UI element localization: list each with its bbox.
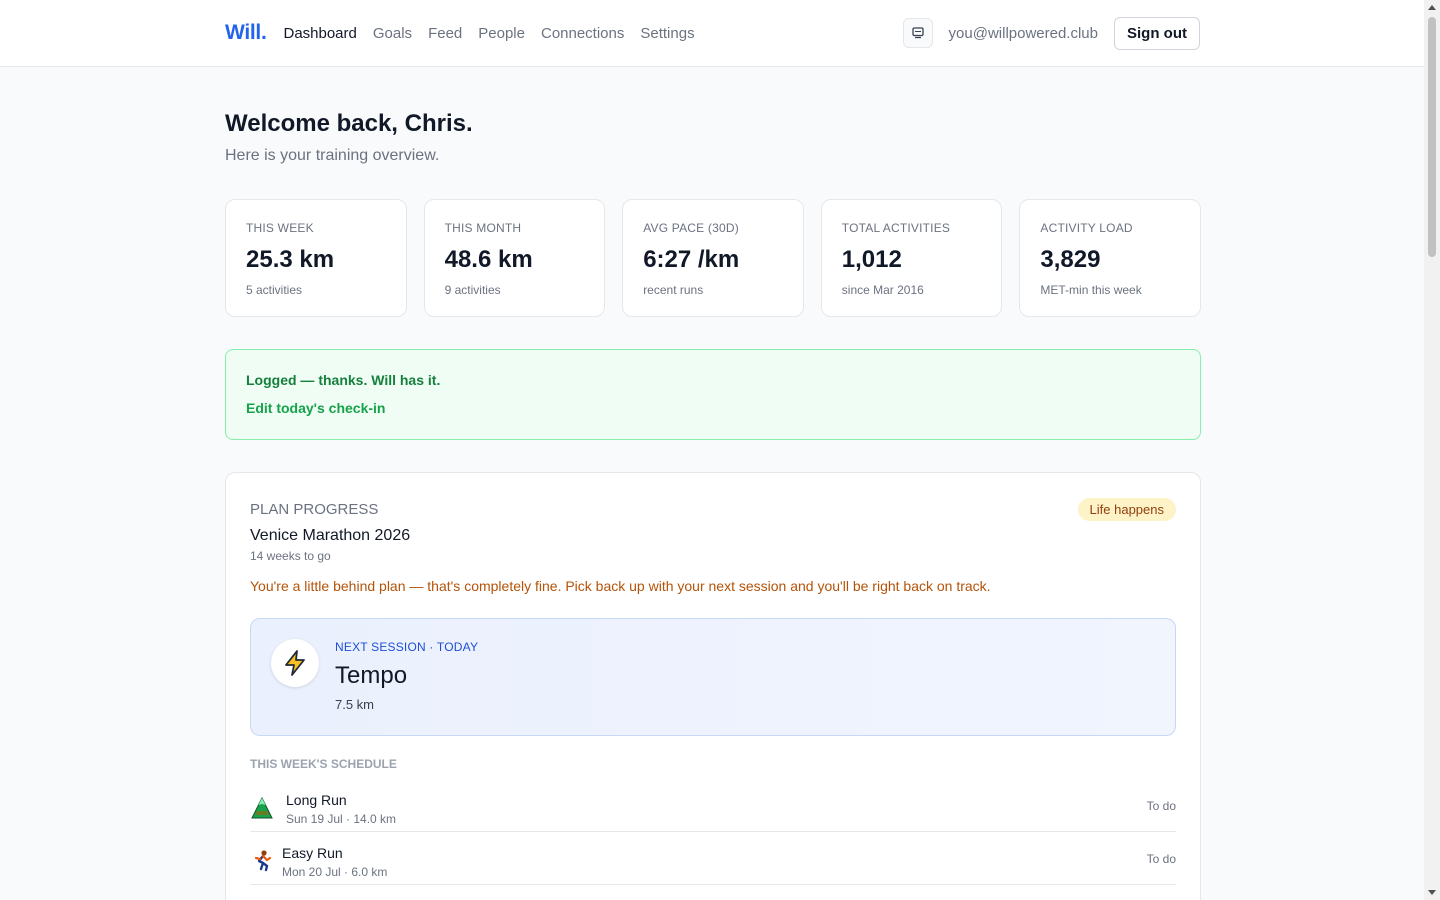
stat-value: 3,829 bbox=[1040, 246, 1101, 273]
stat-label: THIS MONTH bbox=[444, 221, 522, 235]
nav-feed[interactable]: Feed bbox=[428, 25, 462, 42]
schedule-list: Long Run Sun 19 Jul · 14.0 km To do Easy… bbox=[250, 779, 1176, 885]
nav-people[interactable]: People bbox=[478, 25, 525, 42]
stat-subtext: MET-min this week bbox=[1040, 283, 1142, 297]
lightning-icon bbox=[271, 639, 319, 687]
top-navbar: Will. Dashboard Goals Feed People Connec… bbox=[0, 0, 1424, 67]
edit-checkin-link[interactable]: Edit today's check-in bbox=[246, 400, 385, 416]
schedule-label: THIS WEEK'S SCHEDULE bbox=[250, 757, 397, 771]
stat-value: 6:27 /km bbox=[643, 246, 740, 273]
page-subtitle: Here is your training overview. bbox=[225, 147, 440, 164]
mountain-icon bbox=[251, 796, 273, 819]
stat-subtext: 9 activities bbox=[444, 283, 501, 297]
sign-out-button[interactable]: Sign out bbox=[1114, 16, 1200, 50]
stat-label: THIS WEEK bbox=[246, 221, 314, 235]
monitor-icon bbox=[911, 27, 924, 39]
next-session-distance: 7.5 km bbox=[335, 697, 375, 712]
stat-card-this-week: THIS WEEK 25.3 km 5 activities bbox=[225, 199, 407, 317]
schedule-item[interactable]: Long Run Sun 19 Jul · 14.0 km To do bbox=[250, 779, 1176, 832]
checkin-banner: Logged — thanks. Will has it. Edit today… bbox=[225, 349, 1201, 440]
schedule-item-status: To do bbox=[1146, 852, 1176, 866]
stat-card-this-month: THIS MONTH 48.6 km 9 activities bbox=[423, 199, 606, 317]
stat-subtext: recent runs bbox=[643, 283, 704, 297]
stat-subtext: 5 activities bbox=[246, 283, 303, 297]
runner-icon bbox=[254, 850, 272, 872]
schedule-item[interactable]: Easy Run Mon 20 Jul · 6.0 km To do bbox=[250, 832, 1176, 885]
plan-section-label: PLAN PROGRESS bbox=[250, 501, 379, 518]
schedule-item-meta: Sun 19 Jul · 14.0 km bbox=[286, 812, 397, 826]
schedule-item-name: Long Run bbox=[286, 792, 347, 808]
stat-label: TOTAL ACTIVITIES bbox=[841, 221, 951, 235]
stat-value: 1,012 bbox=[841, 246, 902, 273]
main-nav: Dashboard Goals Feed People Connections … bbox=[283, 25, 694, 42]
stat-label: ACTIVITY LOAD bbox=[1040, 221, 1133, 235]
stat-label: AVG PACE (30D) bbox=[643, 221, 739, 235]
nav-connections[interactable]: Connections bbox=[541, 25, 624, 42]
next-session-card[interactable]: NEXT SESSION · TODAY Tempo 7.5 km bbox=[250, 618, 1176, 736]
nav-dashboard[interactable]: Dashboard bbox=[283, 25, 356, 42]
schedule-item-status: To do bbox=[1146, 799, 1176, 813]
nav-goals[interactable]: Goals bbox=[373, 25, 412, 42]
scroll-thumb[interactable] bbox=[1428, 17, 1436, 257]
stat-subtext: since Mar 2016 bbox=[841, 283, 924, 297]
schedule-item-meta: Mon 20 Jul · 6.0 km bbox=[282, 865, 388, 879]
schedule-item-name: Easy Run bbox=[282, 845, 343, 861]
nav-settings[interactable]: Settings bbox=[640, 25, 694, 42]
status-badge: Life happens bbox=[1077, 498, 1176, 521]
plan-weeks-remaining: 14 weeks to go bbox=[250, 549, 331, 563]
stat-value: 25.3 km bbox=[246, 246, 335, 273]
plan-title: Venice Marathon 2026 bbox=[250, 527, 411, 544]
next-session-label: NEXT SESSION · TODAY bbox=[335, 640, 479, 654]
stat-card-total-activities: TOTAL ACTIVITIES 1,012 since Mar 2016 bbox=[820, 199, 1003, 317]
theme-toggle-button[interactable] bbox=[902, 18, 933, 48]
scroll-down-arrow-icon[interactable] bbox=[1428, 890, 1436, 895]
logo[interactable]: Will. bbox=[225, 21, 267, 45]
user-email: you@willpowered.club bbox=[948, 24, 1098, 42]
next-session-title: Tempo bbox=[335, 662, 408, 689]
page-title: Welcome back, Chris. bbox=[225, 110, 473, 137]
stats-row: THIS WEEK 25.3 km 5 activities THIS MONT… bbox=[225, 199, 1201, 317]
stat-card-activity-load: ACTIVITY LOAD 3,829 MET-min this week bbox=[1019, 199, 1201, 317]
plan-note: You're a little behind plan — that's com… bbox=[250, 578, 991, 594]
stat-card-avg-pace: AVG PACE (30D) 6:27 /km recent runs bbox=[622, 199, 804, 317]
scroll-up-arrow-icon[interactable] bbox=[1428, 5, 1436, 10]
checkin-message: Logged — thanks. Will has it. bbox=[246, 372, 441, 388]
page-scrollbar[interactable] bbox=[1424, 0, 1440, 900]
plan-progress-card: PLAN PROGRESS Life happens Venice Marath… bbox=[225, 472, 1201, 900]
stat-value: 48.6 km bbox=[444, 246, 533, 273]
